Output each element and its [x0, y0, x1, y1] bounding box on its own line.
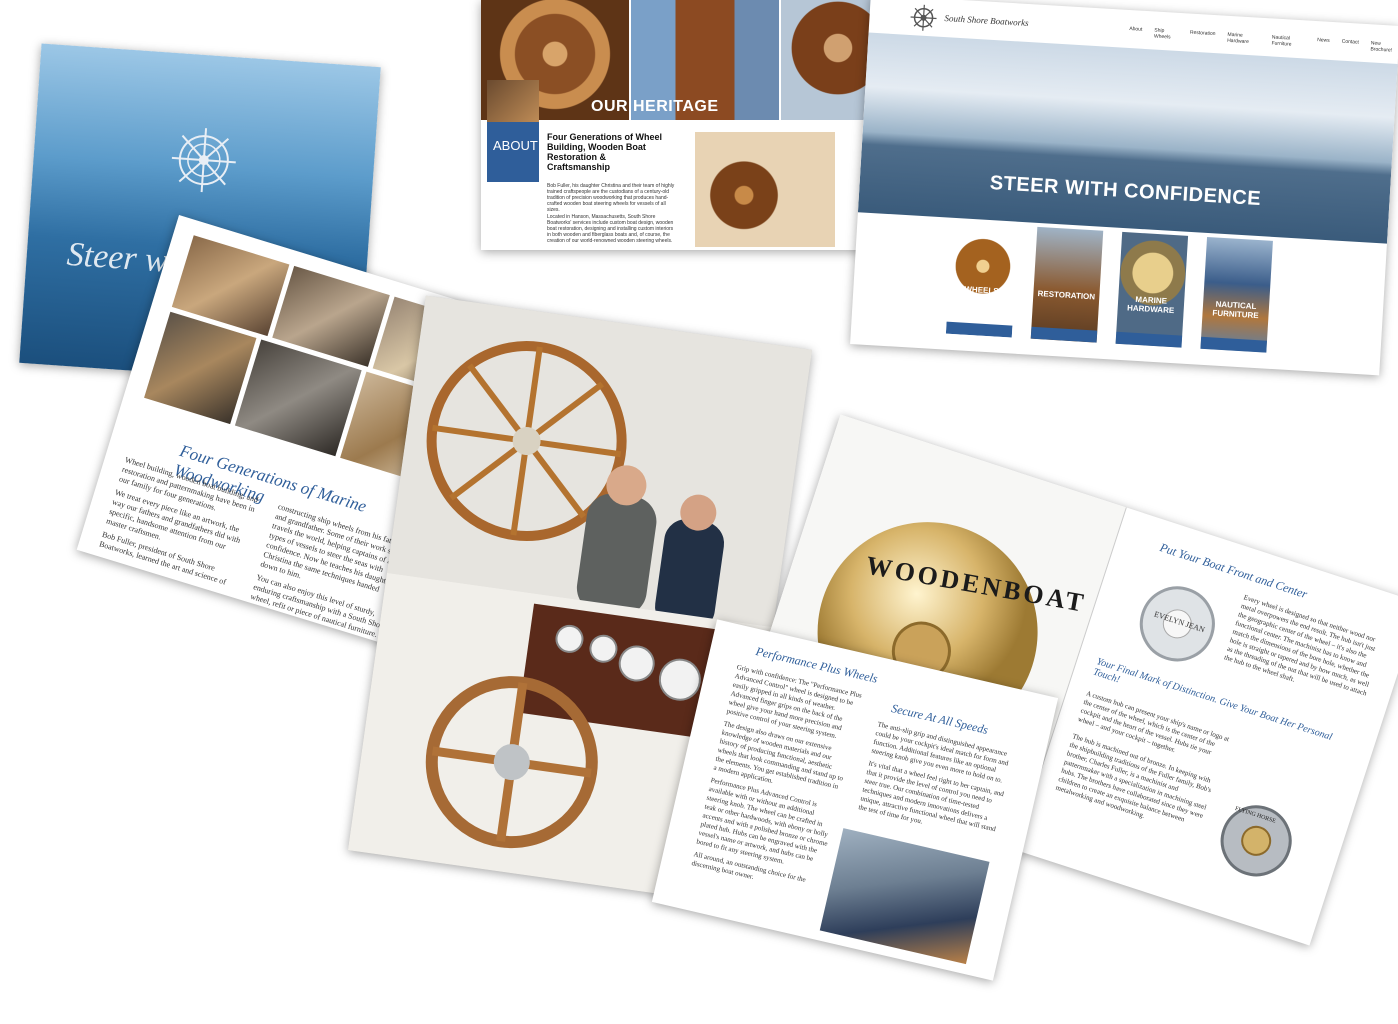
wheel-mounted-photo — [781, 0, 876, 120]
tile-restoration[interactable]: RESTORATION — [1030, 226, 1104, 343]
nav-nautical-furniture[interactable]: Nautical Furniture — [1271, 34, 1305, 48]
wheels-in-workshop-photo — [695, 132, 835, 247]
tile-nautical-furniture-label: NAUTICAL FURNITURE — [1212, 299, 1259, 321]
tile-marine-hardware-label: MARINE HARDWARE — [1126, 294, 1175, 316]
heritage-para2: Located in Hanson, Massachusetts, South … — [547, 214, 674, 244]
nav-ship-wheels[interactable]: Ship Wheels — [1154, 27, 1178, 40]
nav-marine-hardware[interactable]: Marine Hardware — [1227, 32, 1260, 46]
tile-nautical-furniture[interactable]: NAUTICAL FURNITURE — [1200, 236, 1273, 353]
brand-name[interactable]: South Shore Boatworks — [944, 13, 1029, 28]
brand-wheel-icon — [910, 4, 937, 31]
tile-marine-hardware[interactable]: MARINE HARDWARE — [1115, 231, 1189, 348]
nav-about[interactable]: About — [1129, 26, 1142, 39]
heritage-webpage: OUR HERITAGE ABOUT Four Generations of W… — [481, 0, 876, 250]
about-label[interactable]: ABOUT — [487, 122, 539, 182]
hero-harbor-photo — [857, 32, 1398, 244]
captain-at-wheel-photo — [819, 828, 990, 965]
tile-restoration-label: RESTORATION — [1037, 289, 1096, 302]
nav-restoration[interactable]: Restoration — [1189, 30, 1216, 43]
flying-horse-hub-icon — [1220, 805, 1292, 877]
heritage-para1: Bob Fuller, his daughter Christina and t… — [547, 183, 675, 213]
tile-wheels-label: WHEELS — [964, 284, 999, 296]
wheel-logo-icon — [171, 128, 236, 193]
nav-new-brochure[interactable]: New Brochure! — [1370, 40, 1398, 54]
nav-news[interactable]: News — [1317, 37, 1330, 50]
nav-contact[interactable]: Contact — [1341, 39, 1359, 52]
heritage-headline: Four Generations of Wheel Building, Wood… — [547, 132, 663, 172]
steer-webpage: South Shore Boatworks About Ship Wheels … — [850, 0, 1398, 376]
heritage-banner: OUR HERITAGE — [591, 98, 719, 115]
tile-wheels[interactable]: WHEELS — [945, 221, 1019, 338]
perf-col2: The anti-slip grip and distinguished app… — [857, 720, 1015, 843]
thumb-photo — [487, 80, 539, 124]
right-para: Every wheel is designed so that neither … — [1223, 593, 1377, 698]
